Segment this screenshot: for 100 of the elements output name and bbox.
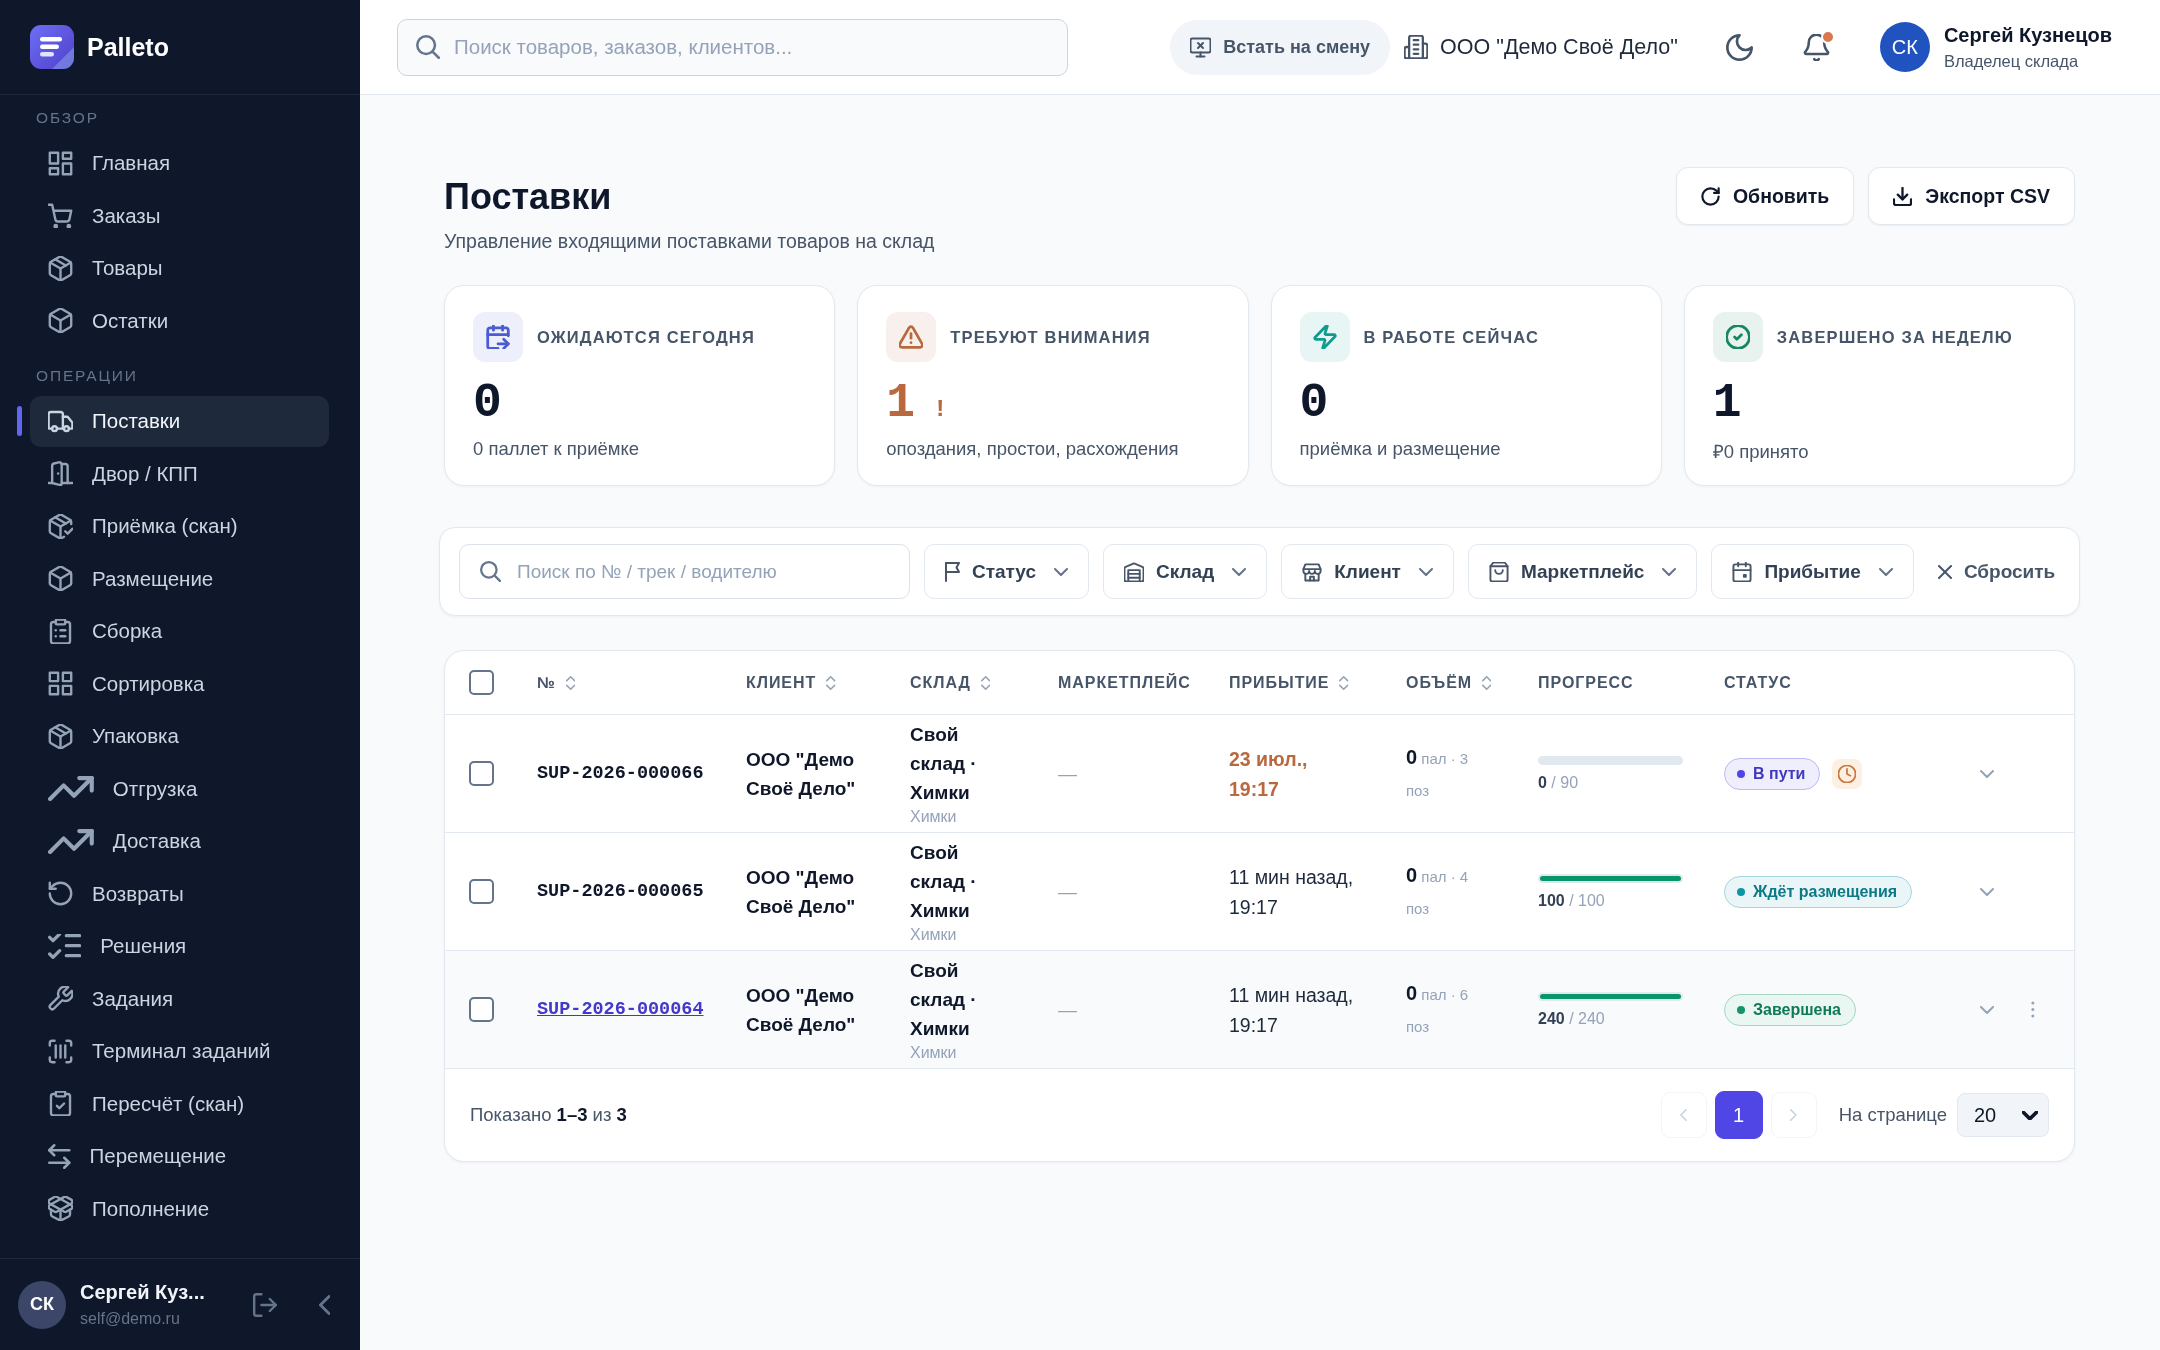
chevron-left-icon[interactable] <box>318 1294 330 1315</box>
shipment-number-link[interactable]: SUP-2026-000065 <box>537 881 704 903</box>
shift-button[interactable]: Встать на смену <box>1170 19 1391 75</box>
page-button[interactable]: 1 <box>1714 1091 1763 1140</box>
nav-item[interactable]: Сортировка <box>30 658 329 710</box>
nav-item[interactable]: Упаковка <box>30 710 329 762</box>
volume-value: 0 пал · 6 поз <box>1406 980 1470 1037</box>
nav-item[interactable]: Пополнение <box>30 1183 329 1235</box>
swap-arrows-icon <box>48 1143 71 1169</box>
shipment-number-link[interactable]: SUP-2026-000066 <box>537 763 704 785</box>
cube-icon <box>48 308 73 334</box>
nav-item[interactable]: Сборка <box>30 605 329 657</box>
stat-value: 0 <box>1299 376 1329 431</box>
row-checkbox[interactable] <box>469 761 494 787</box>
sort-icon <box>826 675 836 690</box>
warehouse-city: Химки <box>910 807 957 828</box>
nav-item[interactable]: Терминал заданий <box>30 1025 329 1077</box>
search-field[interactable]: Поиск товаров, заказов, клиентов... <box>397 18 1068 76</box>
warehouse-city: Химки <box>910 1043 957 1064</box>
wrench-icon <box>48 986 73 1012</box>
column-header[interactable]: № <box>537 673 576 692</box>
nav-item[interactable]: Размещение <box>30 553 329 605</box>
refresh-button[interactable]: Обновить <box>1675 167 1855 225</box>
sort-icon <box>565 675 576 690</box>
chevron-down-icon[interactable] <box>1980 1005 1994 1014</box>
nav-item[interactable]: Товары <box>30 242 329 294</box>
reset-button[interactable]: Сбросить <box>1927 544 2066 600</box>
nav-item[interactable]: Пересчёт (скан) <box>30 1078 329 1130</box>
chevron-left-icon <box>1680 1109 1688 1122</box>
nav-item[interactable]: Двор / КПП <box>30 448 329 500</box>
user-name: Сергей Куз... <box>80 1281 206 1304</box>
door-icon <box>48 461 73 487</box>
more-vertical-icon[interactable] <box>2031 1001 2035 1019</box>
nav-section-title: ОПЕРАЦИИ <box>35 366 139 386</box>
filter-dropdown[interactable]: Статус <box>924 544 1090 600</box>
nav-item[interactable]: Поставки <box>30 395 329 447</box>
user-avatar[interactable]: СК <box>1879 22 1930 72</box>
filter-dropdown[interactable]: Маркетплейс <box>1467 544 1698 600</box>
arrival-time: 19:17 <box>1229 776 1279 802</box>
checklist-icon <box>48 933 82 959</box>
stat-caption: 0 паллет к приёмке <box>473 438 641 461</box>
per-page-select[interactable]: 20 <box>1957 1093 2049 1138</box>
chevron-down-icon[interactable] <box>1980 769 1994 778</box>
sort-icon <box>980 675 991 690</box>
undo-arrow-icon <box>48 881 73 907</box>
nav-item[interactable]: Доставка <box>30 815 329 867</box>
volume-value: 0 пал · 4 поз <box>1406 862 1470 919</box>
nav-item[interactable]: Отгрузка <box>30 763 329 815</box>
clipboard-check-icon <box>48 1091 73 1117</box>
logo-icon <box>30 25 74 69</box>
status-label: В пути <box>1753 764 1806 783</box>
filter-dropdown[interactable]: Прибытие <box>1711 544 1914 600</box>
lightning-icon <box>1299 312 1350 363</box>
flag-icon <box>945 561 960 582</box>
volume-value: 0 пал · 3 поз <box>1406 744 1470 801</box>
sort-icon <box>1339 675 1349 690</box>
user-email: self@demo.ru <box>80 1310 181 1328</box>
trending-up-icon <box>48 828 94 854</box>
client-name: ООО "Демо Своё Дело" <box>746 747 857 801</box>
stat-label: ОЖИДАЮТСЯ СЕГОДНЯ <box>537 327 755 347</box>
store-icon <box>1302 561 1323 582</box>
column-header[interactable]: СКЛАД <box>910 673 991 692</box>
clipboard-list-icon <box>48 618 73 644</box>
filter-dropdown[interactable]: Склад <box>1103 544 1268 600</box>
bell-icon[interactable] <box>1802 33 1830 61</box>
column-header[interactable]: ПРИБЫТИЕ <box>1229 673 1349 692</box>
row-checkbox[interactable] <box>469 879 494 905</box>
page-subtitle: Управление входящими поставками товаров на склад <box>444 230 935 254</box>
logout-icon[interactable] <box>252 1292 277 1317</box>
column-header: МАРКЕТПЛЕЙС <box>1058 673 1191 692</box>
search-icon <box>416 35 440 59</box>
shipment-number-link[interactable]: SUP-2026-000064 <box>537 999 704 1021</box>
nav-item[interactable]: Возвраты <box>30 868 329 920</box>
filter-search-field[interactable]: Поиск по № / трек / водителю <box>459 544 910 600</box>
sort-icon <box>1482 675 1492 690</box>
filter-dropdown[interactable]: Клиент <box>1281 544 1454 600</box>
nav-item[interactable]: Решения <box>30 920 329 972</box>
nav-item[interactable]: Главная <box>30 137 329 189</box>
row-checkbox[interactable] <box>469 997 494 1023</box>
chevron-down-icon[interactable] <box>1980 887 1994 896</box>
export-button[interactable]: Экспорт CSV <box>1868 167 2075 225</box>
chevron-right-icon <box>1790 1109 1798 1122</box>
column-header[interactable]: КЛИЕНТ <box>746 673 836 692</box>
select-all-checkbox[interactable] <box>469 670 494 696</box>
status-label: Завершена <box>1753 1000 1841 1019</box>
column-header[interactable]: ОБЪЁМ <box>1406 673 1492 692</box>
filter-search-input[interactable]: Поиск по № / трек / водителю <box>517 556 889 587</box>
trending-up-icon <box>48 776 94 802</box>
warehouse-icon <box>1124 561 1145 582</box>
nav-item[interactable]: Остатки <box>30 295 329 347</box>
status-label: Ждёт размещения <box>1753 882 1898 901</box>
nav-item[interactable]: Перемещение <box>30 1130 329 1182</box>
nav-item[interactable]: Задания <box>30 973 329 1025</box>
search-input[interactable]: Поиск товаров, заказов, клиентов... <box>454 32 1049 62</box>
nav-item[interactable]: Заказы <box>30 190 329 242</box>
scan-frame-icon <box>48 1038 73 1064</box>
moon-icon[interactable] <box>1725 33 1753 61</box>
progress-value: 0 / 90 <box>1538 773 1579 792</box>
open-box-icon <box>48 1196 73 1222</box>
nav-item[interactable]: Приёмка (скан) <box>30 500 329 552</box>
